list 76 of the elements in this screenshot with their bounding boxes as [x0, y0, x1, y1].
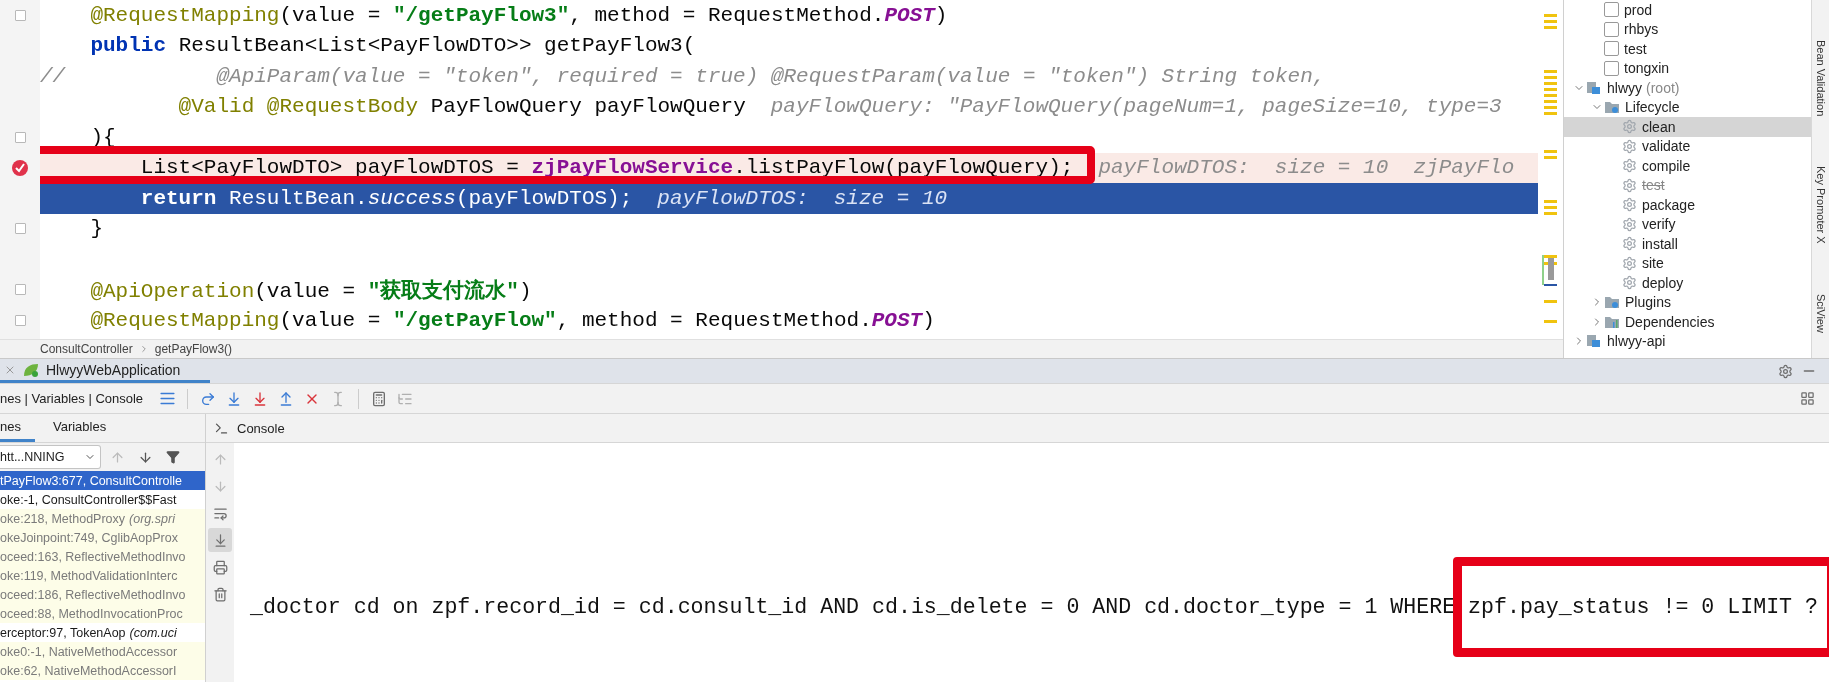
side-tab[interactable]: Bean Validation: [1814, 40, 1827, 117]
breadcrumb[interactable]: ConsultController: [40, 342, 133, 356]
tab[interactable]: Variables: [52, 414, 121, 442]
checkbox[interactable]: [1604, 2, 1619, 18]
code-line: return ResultBean.success(payFlowDTOS);: [139, 186, 633, 210]
tree-item[interactable]: validate: [1564, 136, 1811, 156]
gear-icon: [1622, 197, 1637, 213]
profile-item[interactable]: test: [1564, 39, 1811, 59]
code-line: }: [89, 217, 103, 241]
stack-frame[interactable]: oke:218, MethodProxy (org.spri: [0, 509, 205, 528]
tree-item[interactable]: hlwyy (root): [1564, 78, 1811, 98]
tree-item[interactable]: Dependencies: [1564, 312, 1811, 332]
stack-frame[interactable]: tPayFlow3:677, ConsultControlle: [0, 471, 205, 490]
scroll-end-icon[interactable]: [208, 528, 232, 552]
folder-gear-icon: [1604, 295, 1620, 310]
inline-hint: payFlowDTOS: size = 10 zjPayFlo: [1098, 156, 1515, 180]
code-line: @Valid @RequestBody PayFlowQuery payFlowQuery: [177, 95, 746, 119]
stack-frame[interactable]: oke:119, MethodValidationInterc: [0, 566, 205, 585]
module-icon: [1586, 80, 1602, 95]
checkbox[interactable]: [1604, 21, 1619, 37]
tree-item[interactable]: deploy: [1564, 273, 1811, 293]
folder-chart-icon: [1604, 314, 1620, 329]
fold-marker-icon[interactable]: [14, 314, 26, 326]
fold-marker-icon[interactable]: [14, 9, 26, 21]
fold-marker-icon[interactable]: [14, 131, 26, 143]
gear-icon: [1622, 177, 1637, 193]
thread-dropdown[interactable]: htt...NNING: [0, 445, 101, 469]
code-line: @ApiOperation(value = "获取支付流水"): [89, 278, 532, 304]
leaf-icon: [22, 361, 40, 378]
code-line: // @ApiParam(value = "token", required = true) @RequestParam(value = "token") String token,: [40, 64, 1326, 88]
code-line: List<PayFlowDTO> payFlowDTOS = zjPayFlowService.listPayFlow(payFlowQuery);: [40, 156, 1074, 180]
tree-item[interactable]: compile: [1564, 156, 1811, 176]
side-tab[interactable]: Key Promoter X: [1814, 166, 1827, 244]
gear-icon: [1622, 236, 1637, 252]
gear-icon: [1622, 255, 1637, 271]
code-line: public ResultBean<List<PayFlowDTO>> getPayFlow3(: [89, 34, 696, 58]
tree-item[interactable]: hlwyy-api: [1564, 331, 1811, 351]
tree-item[interactable]: Lifecycle: [1564, 97, 1811, 117]
module-icon: [1586, 334, 1602, 349]
tree-item[interactable]: site: [1564, 253, 1811, 273]
stack-frame[interactable]: oke0:-1, NativeMethodAccessor: [0, 642, 205, 661]
tree-item[interactable]: package: [1564, 195, 1811, 215]
tree-item[interactable]: test: [1564, 175, 1811, 195]
console-line: _doctor cd on zpf.record_id = cd.consult_id AND cd.is_delete = 0 AND cd.doctor_type = 1 WHERE zpf.pay_status != 0 LIMIT ?: [250, 595, 1818, 619]
stack-frame[interactable]: oceed:186, ReflectiveMethodInvo: [0, 585, 205, 604]
gear-icon: [1622, 216, 1637, 232]
breakpoint-icon[interactable]: [11, 158, 29, 177]
profile-item[interactable]: rhbys: [1564, 19, 1811, 39]
checkbox[interactable]: [1604, 41, 1619, 57]
inline-hint: payFlowDTOS: size = 10: [657, 186, 948, 210]
side-tab[interactable]: SciView: [1814, 293, 1827, 333]
layout-label: nes | Variables | Console: [0, 391, 144, 406]
tree-item[interactable]: install: [1564, 234, 1811, 254]
profile-item[interactable]: prod: [1564, 0, 1811, 20]
stack-frame[interactable]: oceed:163, ReflectiveMethodInvo: [0, 547, 205, 566]
code-line: @RequestMapping(value = "/getPayFlow3", method = RequestMethod.POST): [89, 3, 948, 27]
code-line: @RequestMapping(value = "/getPayFlow", method = RequestMethod.POST): [89, 308, 935, 332]
stack-frame[interactable]: oceed:88, MethodInvocationProc: [0, 604, 205, 623]
gear-icon: [1622, 275, 1637, 291]
folder-gear-icon: [1604, 100, 1620, 115]
breadcrumb[interactable]: getPayFlow3(): [154, 342, 233, 356]
tree-item[interactable]: verify: [1564, 214, 1811, 234]
tree-item[interactable]: Plugins: [1564, 292, 1811, 312]
inline-hint: payFlowQuery: "PayFlowQuery(pageNum=1, pageSize=10, type=3: [770, 95, 1502, 119]
profile-item[interactable]: tongxin: [1564, 58, 1811, 78]
checkbox[interactable]: [1604, 60, 1619, 76]
fold-marker-icon[interactable]: [14, 284, 26, 296]
gear-icon: [1622, 158, 1637, 174]
console-icon: [214, 420, 229, 436]
gear-icon: [1622, 138, 1637, 154]
stack-frame[interactable]: oke:62, NativeMethodAccessorI: [0, 661, 205, 680]
gear-icon: [1622, 119, 1637, 135]
tree-item[interactable]: clean: [1564, 117, 1811, 137]
console-tab[interactable]: Console: [237, 420, 285, 436]
fold-marker-icon[interactable]: [14, 223, 26, 235]
stack-frame[interactable]: okeJoinpoint:749, CglibAopProx: [0, 528, 205, 547]
